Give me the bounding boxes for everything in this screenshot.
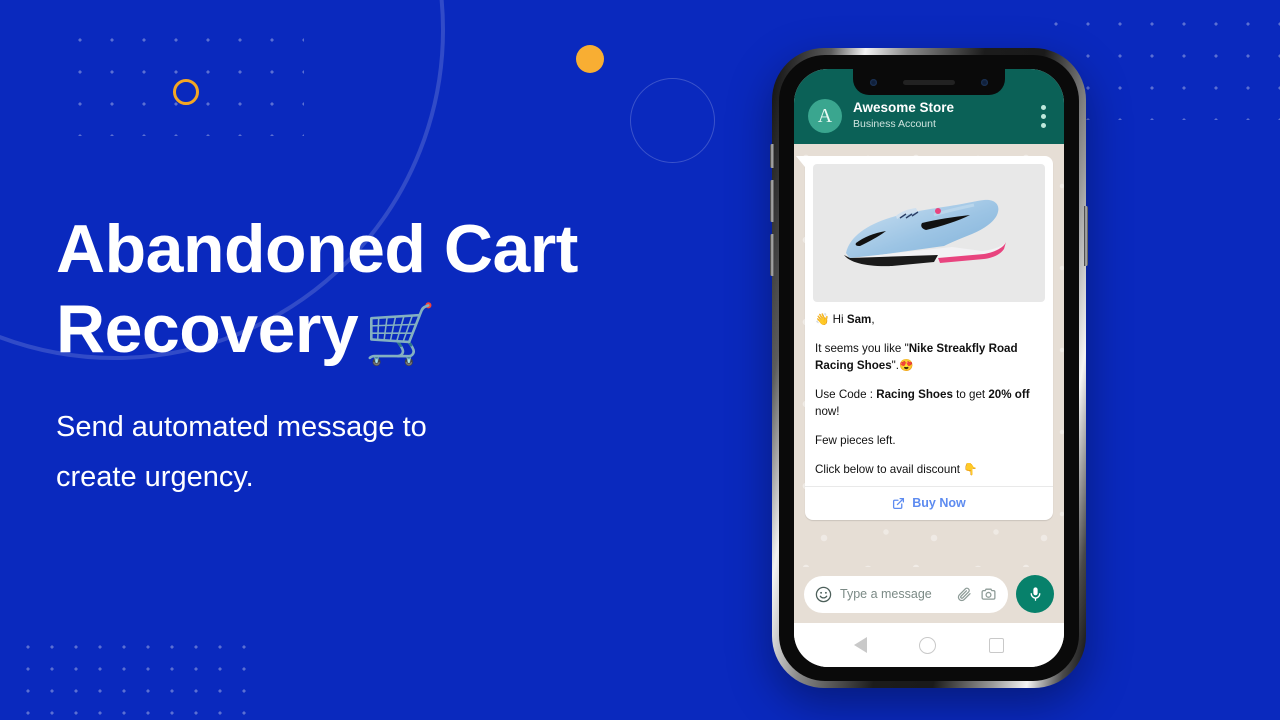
home-circle-icon[interactable] xyxy=(919,636,937,654)
message-input[interactable]: Type a message xyxy=(804,575,1008,613)
kebab-menu-icon[interactable] xyxy=(1033,103,1050,130)
promo-code: Racing Shoes xyxy=(876,387,953,401)
store-name: Awesome Store xyxy=(853,100,955,116)
headline-line-1: Abandoned Cart xyxy=(56,211,578,287)
external-link-icon xyxy=(893,497,905,509)
shopping-cart-icon: 🛒 xyxy=(364,301,436,367)
power-button[interactable] xyxy=(1084,206,1088,266)
heart-eyes-emoji: 😍 xyxy=(899,359,914,373)
page-title: Abandoned Cart Recovery 🛒 xyxy=(56,210,676,369)
point-down-emoji: 👇 xyxy=(963,462,978,476)
page-subtitle: Send automated message to create urgency… xyxy=(56,403,676,503)
proximity-sensor-icon xyxy=(981,78,988,86)
message-input-placeholder: Type a message xyxy=(840,587,932,601)
phone-bezel: A Awesome Store Business Account 👋 Hi Sa… xyxy=(779,55,1079,681)
message-text: 👋 Hi Sam, It seems you like "Nike Streak… xyxy=(813,302,1045,486)
voice-record-button[interactable] xyxy=(1016,575,1054,613)
account-type-label: Business Account xyxy=(853,118,936,131)
android-navigation-bar xyxy=(794,623,1064,667)
front-camera-icon xyxy=(870,78,877,86)
hero-copy: Abandoned Cart Recovery 🛒 Send automated … xyxy=(56,210,676,503)
customer-name: Sam xyxy=(846,313,872,326)
headline-line-2: Recovery xyxy=(56,290,359,367)
dot-grid-bottom-left xyxy=(16,636,256,720)
message-cta-hint-line: Click below to avail discount 👇 xyxy=(815,462,978,476)
chat-message-area: 👋 Hi Sam, It seems you like "Nike Streak… xyxy=(794,144,1064,567)
faint-circle-outline-decoration xyxy=(630,78,715,163)
volume-down-button[interactable] xyxy=(770,234,774,276)
message-scarcity-line: Few pieces left. xyxy=(815,434,896,448)
wave-emoji: 👋 xyxy=(815,313,830,326)
buy-now-button[interactable]: Buy Now xyxy=(805,486,1053,520)
earpiece-speaker-icon xyxy=(903,79,955,85)
silent-switch-button[interactable] xyxy=(770,144,774,168)
buy-now-label: Buy Now xyxy=(912,496,966,511)
recents-square-icon[interactable] xyxy=(988,637,1004,653)
subtitle-line-2: create urgency. xyxy=(56,460,254,493)
discount-amount: 20% off xyxy=(988,387,1030,401)
orange-ring-decoration xyxy=(173,79,199,105)
smiley-icon[interactable] xyxy=(815,586,832,603)
message-promo-line: Use Code : Racing Shoes to get 20% off n… xyxy=(815,387,1030,419)
subtitle-line-1: Send automated message to xyxy=(56,411,427,444)
message-product-line: It seems you like "Nike Streakfly Road R… xyxy=(815,341,1018,373)
chat-contact-info[interactable]: Awesome Store Business Account xyxy=(853,100,1022,131)
phone-screen: A Awesome Store Business Account 👋 Hi Sa… xyxy=(794,69,1064,667)
back-triangle-icon[interactable] xyxy=(854,637,868,653)
paperclip-icon[interactable] xyxy=(956,586,972,602)
volume-up-button[interactable] xyxy=(770,180,774,222)
message-greeting: 👋 Hi Sam, xyxy=(815,313,875,326)
dot-grid-top-left xyxy=(64,24,304,136)
product-image[interactable] xyxy=(813,164,1045,302)
camera-icon[interactable] xyxy=(980,586,997,603)
avatar[interactable]: A xyxy=(808,99,842,133)
message-bubble[interactable]: 👋 Hi Sam, It seems you like "Nike Streak… xyxy=(796,156,1053,521)
microphone-icon xyxy=(1030,586,1040,601)
orange-dot-decoration xyxy=(576,45,604,73)
message-input-bar: Type a message xyxy=(794,567,1064,623)
phone-notch xyxy=(853,69,1005,95)
phone-mockup: A Awesome Store Business Account 👋 Hi Sa… xyxy=(770,48,1088,688)
